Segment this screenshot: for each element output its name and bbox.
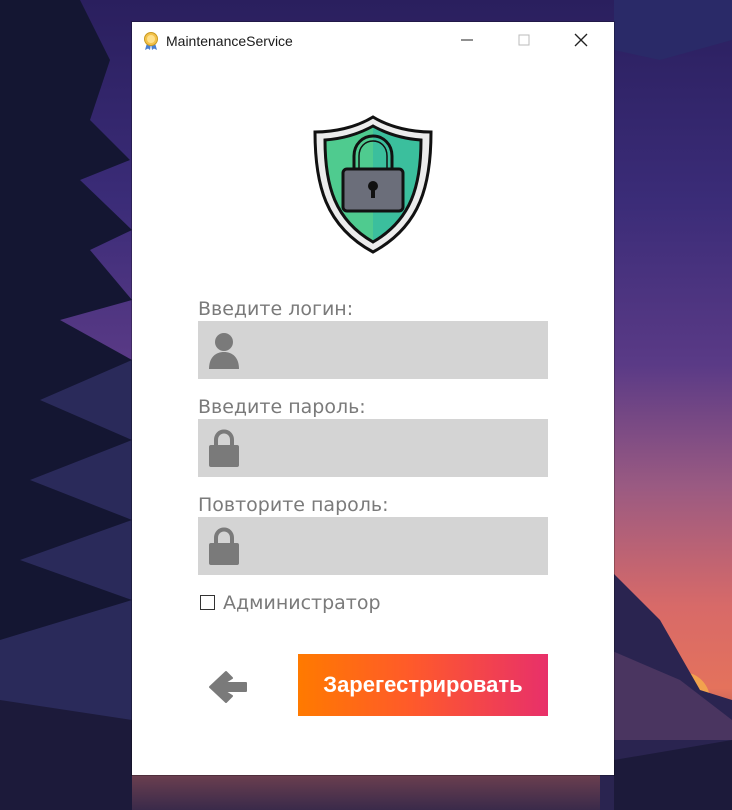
lock-icon	[209, 527, 239, 565]
repeat-password-label: Повторите пароль:	[198, 494, 389, 516]
award-ribbon-icon	[144, 32, 158, 50]
maximize-icon	[518, 34, 530, 46]
title-bar[interactable]: MaintenanceService	[132, 22, 614, 58]
minimize-icon	[461, 39, 473, 41]
login-label: Введите логин:	[198, 298, 354, 320]
login-input[interactable]	[248, 321, 544, 381]
password-label: Введите пароль:	[198, 396, 366, 418]
admin-checkbox-label[interactable]: Администратор	[223, 592, 381, 614]
minimize-button[interactable]	[444, 22, 490, 58]
admin-checkbox[interactable]	[200, 595, 215, 610]
shield-lock-icon	[313, 115, 433, 254]
repeat-password-field[interactable]	[198, 517, 548, 577]
close-icon	[574, 33, 588, 47]
password-field[interactable]	[198, 419, 548, 479]
login-field[interactable]	[198, 321, 548, 381]
register-button[interactable]: Зарегестрировать	[298, 654, 548, 716]
arrow-left-icon[interactable]	[206, 667, 250, 707]
close-button[interactable]	[558, 22, 604, 58]
app-window: MaintenanceService Введите логин: Введит…	[132, 22, 614, 775]
user-icon	[209, 333, 239, 369]
maximize-button[interactable]	[501, 22, 547, 58]
password-input[interactable]	[248, 419, 544, 479]
repeat-password-input[interactable]	[248, 517, 544, 577]
lock-icon	[209, 429, 239, 467]
window-title: MaintenanceService	[166, 33, 293, 49]
